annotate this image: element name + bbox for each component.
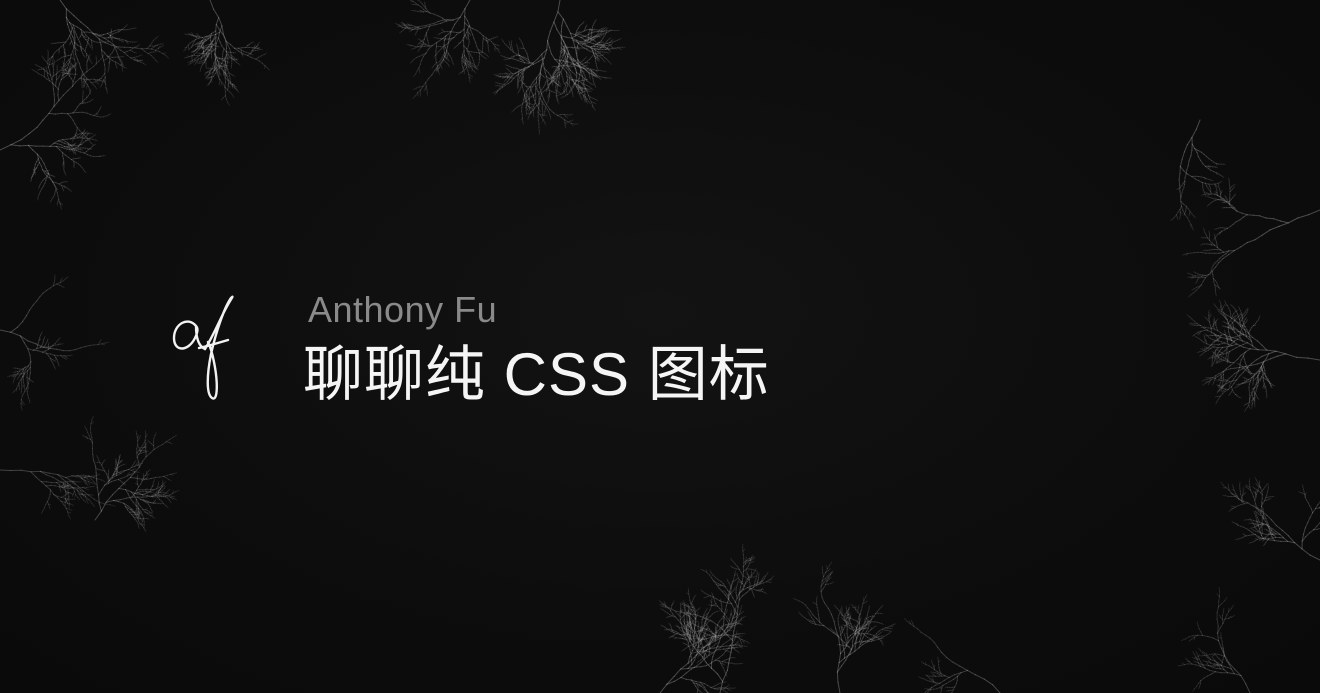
page-title: 聊聊纯 CSS 图标 [303,341,770,408]
og-card: Anthony Fu 聊聊纯 CSS 图标 [0,0,1320,693]
author-name: Anthony Fu [308,289,498,330]
af-signature-icon [172,295,234,400]
